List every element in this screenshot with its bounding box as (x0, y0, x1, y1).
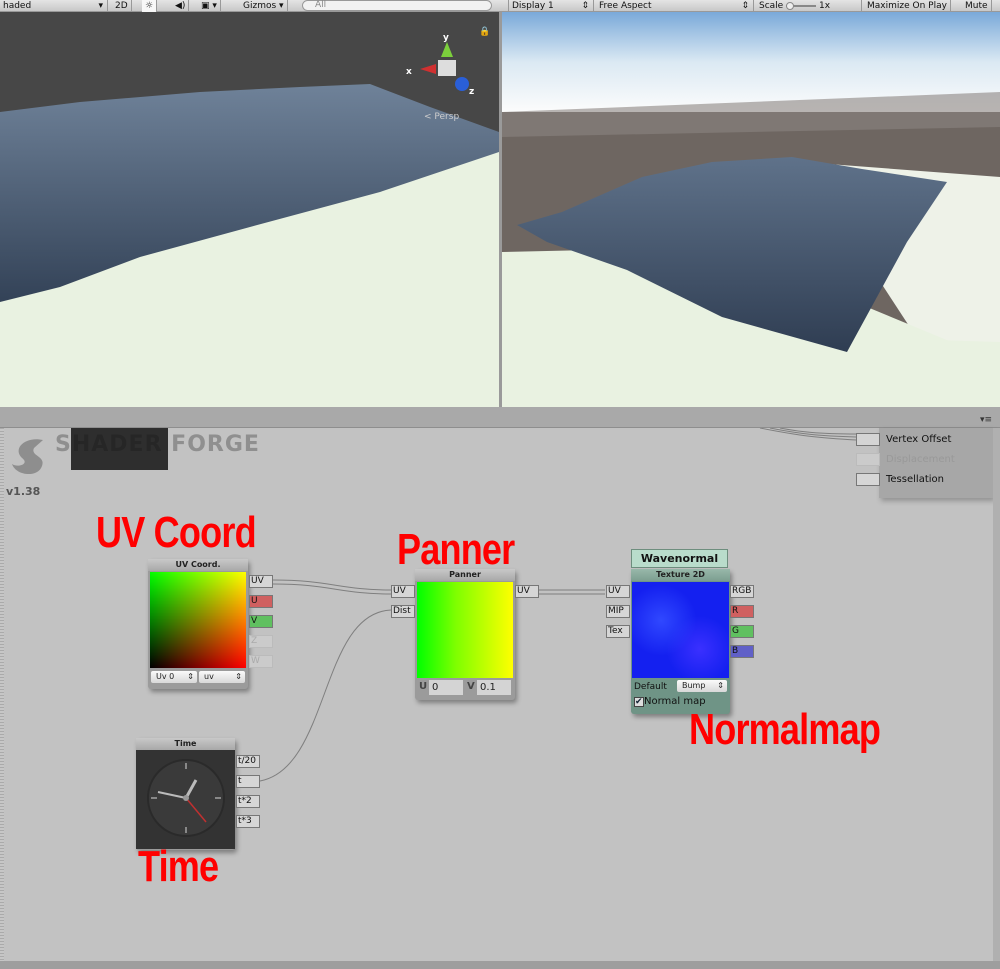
toolbar: haded ▾ 2D ☼ ◀) ▣ ▾ Gizmos ▾ All Display … (0, 0, 1000, 12)
uv-mode-dropdown[interactable]: uv ⇕ (199, 671, 245, 683)
uv-preview (150, 572, 246, 668)
v-label: V (467, 681, 475, 692)
lock-icon[interactable]: 🔒 (479, 26, 490, 37)
scene-render: y x z < Persp 🔒 (0, 12, 499, 407)
editor-header: ▾≡ (0, 407, 1000, 428)
port-panner-dist-in[interactable]: Dist (391, 605, 415, 618)
panner-node[interactable]: Panner U 0 V 0.1 (415, 569, 515, 700)
port-panner-uv-out[interactable]: UV (515, 585, 539, 598)
aspect-label: Free Aspect (599, 1, 652, 11)
u-label: U (419, 681, 428, 692)
wire-time-dist (259, 609, 392, 782)
port-b-out[interactable]: B (730, 645, 754, 658)
checkmark-icon: ✔ (634, 697, 644, 707)
port-t2-out[interactable]: t*2 (236, 795, 260, 808)
port-tex-uv-in[interactable]: UV (606, 585, 630, 598)
menu-icon[interactable]: ▾≡ (980, 415, 992, 425)
scale-value: 1x (818, 1, 831, 11)
default-texture-dropdown[interactable]: Bump ⇕ (677, 680, 727, 692)
horizontal-scrollbar[interactable] (0, 961, 1000, 969)
uv-channel-dropdown[interactable]: Uv 0 ⇕ (151, 671, 197, 683)
node-title: Texture 2D (631, 569, 730, 581)
effects-icon[interactable]: ▣ ▾ (198, 0, 221, 12)
maximize-on-play-toggle[interactable]: Maximize On Play (864, 0, 951, 12)
gizmos-dropdown[interactable]: Gizmos ▾ (240, 0, 288, 12)
node-title: Time (136, 738, 235, 750)
port-t-out[interactable]: t (236, 775, 260, 788)
node-title: UV Coord. (148, 559, 248, 571)
search-placeholder: All (315, 0, 327, 10)
2d-toggle[interactable]: 2D (112, 0, 132, 12)
lighting-icon[interactable]: ☼ (142, 0, 158, 12)
v-speed-input[interactable]: 0.1 (477, 680, 511, 695)
texture-2d-node[interactable]: Texture 2D Default Bump ⇕ ✔Normal map (631, 569, 730, 714)
time-node[interactable]: Time (136, 738, 235, 850)
port-t20-out[interactable]: t/20 (236, 755, 260, 768)
axis-y-label: y (443, 33, 449, 43)
audio-icon[interactable]: ◀) (172, 0, 190, 12)
aspect-dropdown[interactable]: Free Aspect ⇕ (596, 0, 754, 12)
u-speed-input[interactable]: 0 (429, 680, 463, 695)
game-render (502, 12, 1000, 407)
port-u-out[interactable]: U (249, 595, 273, 608)
port-panner-uv-in[interactable]: UV (391, 585, 415, 598)
annotation-uv-coord: UV Coord (96, 508, 257, 557)
port-tex-tex-in[interactable]: Tex (606, 625, 630, 638)
port-tex-mip-in[interactable]: MIP (606, 605, 630, 618)
uv-coord-node[interactable]: UV Coord. Uv 0 ⇕ uv ⇕ (148, 559, 248, 689)
annotation-panner: Panner (397, 525, 515, 574)
search-input[interactable]: All (302, 0, 492, 11)
port-uv-out[interactable]: UV (249, 575, 273, 588)
axis-z-label: z (469, 87, 474, 97)
port-rgb-out[interactable]: RGB (730, 585, 754, 598)
port-z-out: Z (249, 635, 273, 648)
gizmos-label: Gizmos (243, 1, 277, 11)
display-dropdown[interactable]: Display 1 ⇕ (508, 0, 594, 12)
scene-view[interactable]: y x z < Persp 🔒 (0, 12, 499, 407)
display-label: Display 1 (512, 1, 554, 11)
texture-name-field[interactable]: Wavenormal (631, 549, 728, 568)
port-v-out[interactable]: V (249, 615, 273, 628)
texture-preview (632, 582, 729, 678)
clock-icon (136, 750, 235, 849)
scale-label: Scale (759, 1, 784, 11)
game-view[interactable] (502, 12, 1000, 407)
panner-preview (417, 582, 513, 678)
port-w-out: W (249, 655, 273, 668)
port-g-out[interactable]: G (730, 625, 754, 638)
chevron-down-icon: ▾ (98, 1, 103, 11)
shading-mode-dropdown[interactable]: haded ▾ (0, 0, 108, 12)
annotation-normalmap: Normalmap (689, 705, 881, 754)
axis-x-label: x (406, 67, 412, 77)
vertical-scrollbar[interactable] (993, 428, 1000, 961)
port-t3-out[interactable]: t*3 (236, 815, 260, 828)
default-label: Default (634, 682, 667, 692)
mute-toggle[interactable]: Mute (962, 0, 992, 12)
annotation-time: Time (138, 842, 219, 891)
shading-label: haded (3, 1, 32, 11)
scale-slider[interactable]: Scale 1x (756, 0, 862, 12)
node-canvas[interactable]: SHADER FORGE v1.38 Vertex Offset Displac… (0, 428, 993, 961)
port-r-out[interactable]: R (730, 605, 754, 618)
projection-label: < Persp (424, 112, 459, 122)
